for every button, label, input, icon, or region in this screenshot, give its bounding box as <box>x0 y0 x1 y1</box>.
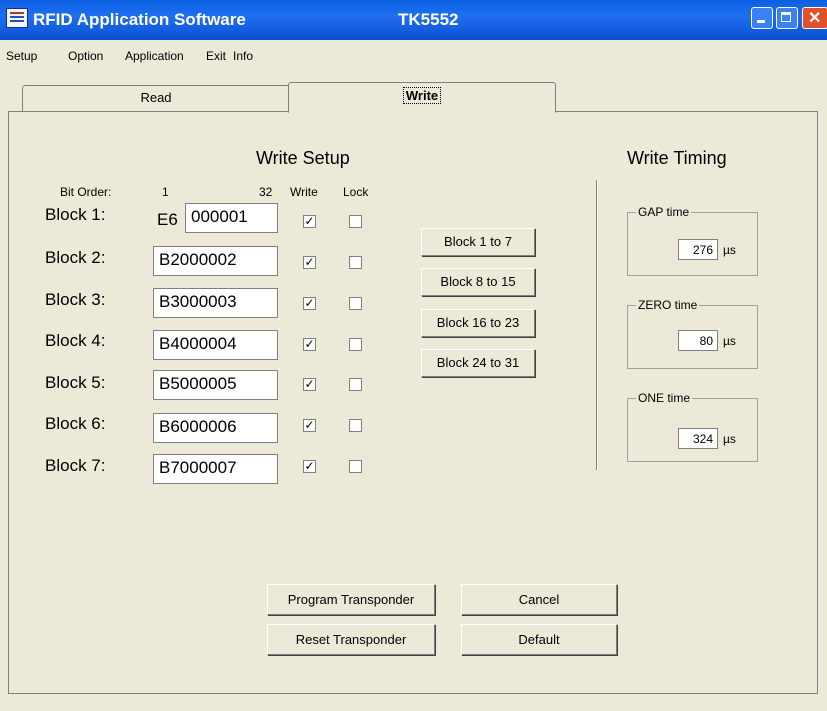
block-3-lock-checkbox[interactable] <box>349 297 362 310</box>
block-6-input[interactable]: B6000006 <box>153 413 278 443</box>
default-button[interactable]: Default <box>461 624 617 655</box>
block-1-to-7-button[interactable]: Block 1 to 7 <box>421 228 535 256</box>
block-1-prefix: E6 <box>157 210 178 229</box>
write-column-header: Write <box>290 185 318 199</box>
menu-setup[interactable]: Setup <box>6 49 37 63</box>
block-5-input[interactable]: B5000005 <box>153 370 278 400</box>
block-4-write-checkbox[interactable]: ✓ <box>303 338 316 351</box>
block-1-label: Block 1: <box>45 205 106 224</box>
block-5-write-checkbox[interactable]: ✓ <box>303 378 316 391</box>
block-7-lock-checkbox[interactable] <box>349 460 362 473</box>
block-24-to-31-button[interactable]: Block 24 to 31 <box>421 349 535 377</box>
window-model: TK5552 <box>398 10 459 29</box>
block-3-write-checkbox[interactable]: ✓ <box>303 297 316 310</box>
cancel-button[interactable]: Cancel <box>461 584 617 615</box>
block-7-input[interactable]: B7000007 <box>153 454 278 484</box>
lock-column-header: Lock <box>343 185 369 199</box>
block-1-input[interactable]: 000001 <box>185 203 278 233</box>
menu-info[interactable]: Info <box>233 49 253 63</box>
bit-start: 1 <box>162 185 169 199</box>
block-6-write-checkbox[interactable]: ✓ <box>303 419 316 432</box>
block-4-input[interactable]: B4000004 <box>153 330 278 360</box>
gap-time-label: GAP time <box>636 205 692 219</box>
block-7-label: Block 7: <box>45 456 106 475</box>
reset-transponder-button[interactable]: Reset Transponder <box>267 624 435 655</box>
write-setup-title: Write Setup <box>256 148 350 168</box>
program-transponder-button[interactable]: Program Transponder <box>267 584 435 615</box>
tab-read[interactable]: Read <box>22 85 290 111</box>
block-16-to-23-button[interactable]: Block 16 to 23 <box>421 309 535 337</box>
gap-time-unit: µs <box>723 243 736 257</box>
menu-application[interactable]: Application <box>125 49 184 63</box>
block-3-label: Block 3: <box>45 290 106 309</box>
title-bar[interactable]: RFID Application Software TK5552 <box>0 0 827 40</box>
block-4-lock-checkbox[interactable] <box>349 338 362 351</box>
bit-end: 32 <box>259 185 273 199</box>
block-1-write-checkbox[interactable]: ✓ <box>303 215 316 228</box>
zero-time-label: ZERO time <box>636 298 700 312</box>
block-2-input[interactable]: B2000002 <box>153 246 278 276</box>
menu-exit[interactable]: Exit <box>206 49 226 63</box>
app-icon <box>6 8 28 28</box>
block-1-lock-checkbox[interactable] <box>349 215 362 228</box>
block-2-label: Block 2: <box>45 248 106 267</box>
bit-order-label: Bit Order: <box>60 185 112 199</box>
zero-time-input[interactable]: 80 <box>678 330 718 351</box>
block-5-lock-checkbox[interactable] <box>349 378 362 391</box>
one-time-label: ONE time <box>636 391 693 405</box>
one-time-input[interactable]: 324 <box>678 428 718 449</box>
minimize-icon[interactable] <box>751 7 773 29</box>
gap-time-input[interactable]: 276 <box>678 239 718 260</box>
one-time-unit: µs <box>723 432 736 446</box>
tab-write-label: Write <box>402 87 442 104</box>
section-divider <box>596 180 598 470</box>
block-8-to-15-button[interactable]: Block 8 to 15 <box>421 268 535 296</box>
window-title: RFID Application Software <box>33 10 246 29</box>
menu-bar: Setup Option Application Exit Info <box>0 47 827 65</box>
block-6-lock-checkbox[interactable] <box>349 419 362 432</box>
block-2-lock-checkbox[interactable] <box>349 256 362 269</box>
tab-write[interactable]: Write <box>288 82 556 113</box>
close-icon[interactable] <box>802 7 827 29</box>
block-6-label: Block 6: <box>45 414 106 433</box>
maximize-icon[interactable] <box>776 7 798 29</box>
app-window: RFID Application Software TK5552 Setup O… <box>0 0 827 711</box>
block-7-write-checkbox[interactable]: ✓ <box>303 460 316 473</box>
write-timing-title: Write Timing <box>627 148 727 168</box>
block-5-label: Block 5: <box>45 373 106 392</box>
block-2-write-checkbox[interactable]: ✓ <box>303 256 316 269</box>
zero-time-unit: µs <box>723 334 736 348</box>
tab-read-label: Read <box>140 90 172 105</box>
menu-option[interactable]: Option <box>68 49 103 63</box>
block-4-label: Block 4: <box>45 331 106 350</box>
block-3-input[interactable]: B3000003 <box>153 288 278 318</box>
